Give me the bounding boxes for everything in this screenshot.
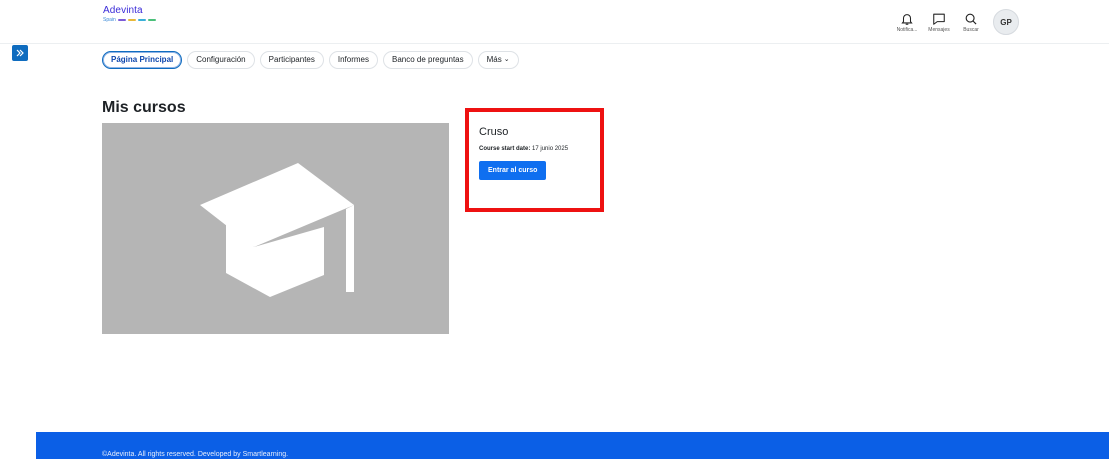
tab-label: Más (486, 55, 502, 64)
bell-icon (901, 13, 913, 25)
page-footer: ©Adevinta. All rights reserved. Develope… (36, 432, 1109, 459)
brand-sub: Spain (103, 17, 183, 23)
brand-logo[interactable]: Adevinta Spain (103, 5, 183, 35)
tab-configuracion[interactable]: Configuración (187, 51, 255, 69)
course-start-value: 17 junio 2025 (532, 146, 569, 152)
course-image[interactable] (102, 123, 449, 334)
top-navbar: Adevinta Spain Notifica... Mensajes Busc… (0, 0, 1109, 44)
footer-copyright: ©Adevinta. All rights reserved. Develope… (102, 451, 289, 458)
messages-label: Mensajes (928, 26, 950, 33)
page-title: Mis cursos (102, 99, 186, 116)
course-title[interactable]: Cruso (479, 126, 590, 138)
course-start-date: Course start date: 17 junio 2025 (479, 146, 590, 152)
tab-label: Página Principal (111, 55, 174, 64)
chevron-down-icon: ⌄ (503, 56, 510, 63)
brand-sub-label: Spain (103, 17, 116, 23)
notifications-label: Notifica... (896, 26, 918, 33)
notifications-button[interactable]: Notifica... (893, 12, 921, 33)
course-secondary-nav: Página Principal Configuración Participa… (102, 51, 519, 69)
enter-course-button[interactable]: Entrar al curso (479, 161, 547, 180)
tab-informes[interactable]: Informes (328, 51, 378, 69)
page: Adevinta Spain Notifica... Mensajes Busc… (0, 0, 1109, 459)
tab-label: Participantes (268, 55, 315, 64)
user-avatar[interactable]: GP (993, 9, 1019, 35)
messages-button[interactable]: Mensajes (925, 12, 953, 33)
tab-banco-de-preguntas[interactable]: Banco de preguntas (383, 51, 473, 69)
tab-pagina-principal[interactable]: Página Principal (102, 51, 183, 69)
course-card: Cruso Course start date: 17 junio 2025 E… (465, 108, 604, 212)
brand-stripe (137, 19, 146, 21)
brand-name: Adevinta (103, 5, 143, 16)
tab-label: Configuración (196, 55, 246, 64)
chat-icon (933, 13, 945, 25)
tab-label: Informes (337, 55, 369, 64)
tab-label: Banco de preguntas (392, 55, 464, 64)
brand-stripe (127, 19, 136, 21)
search-button[interactable]: Buscar (957, 12, 985, 33)
search-icon (965, 13, 977, 24)
brand-stripe (147, 19, 156, 21)
search-label: Buscar (963, 26, 979, 33)
tab-mas-dropdown[interactable]: Más ⌄ (477, 51, 519, 69)
brand-stripe (117, 19, 126, 21)
header-actions: Notifica... Mensajes Buscar GP (893, 4, 1019, 40)
tab-participantes[interactable]: Participantes (259, 51, 324, 69)
open-drawer-button[interactable] (12, 45, 28, 61)
course-start-label: Course start date: (479, 146, 531, 152)
graduation-cap-icon (200, 163, 354, 297)
double-chevron-right-icon (16, 49, 24, 57)
